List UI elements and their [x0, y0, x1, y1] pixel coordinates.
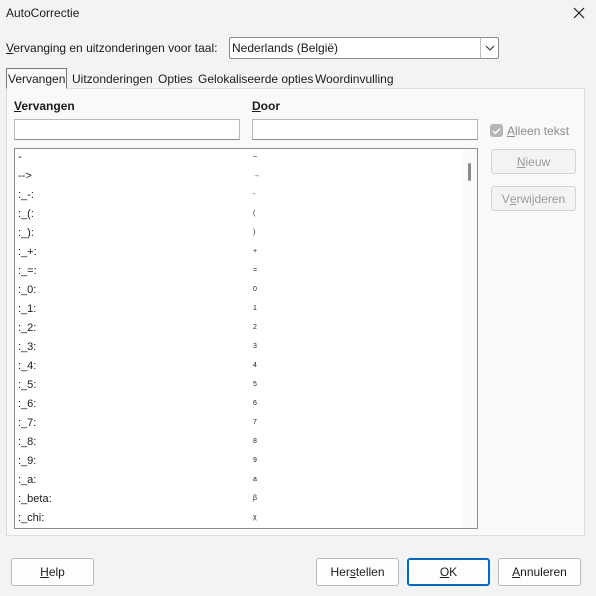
list-item[interactable]: :_7: 7: [15, 415, 462, 434]
list-item-to: =: [253, 267, 258, 274]
list-item-to: 0: [253, 286, 257, 293]
list-item[interactable]: :_0: 0: [15, 282, 462, 301]
list-item[interactable]: :_):): [15, 225, 462, 244]
list-item-to: →: [253, 172, 260, 179]
list-item[interactable]: :_1: 1: [15, 301, 462, 320]
list-item[interactable]: :_9: 9: [15, 453, 462, 472]
text-only-checkbox[interactable]: [490, 124, 503, 137]
list-item-to: 3: [253, 343, 257, 350]
list-item-to: β: [253, 495, 258, 502]
with-column-header: Door: [252, 99, 281, 113]
list-item[interactable]: :_3: 3: [15, 339, 462, 358]
list-item[interactable]: :_=: =: [15, 263, 462, 282]
list-item-from: :_7:: [18, 417, 37, 429]
list-item-from: :_4:: [18, 360, 37, 372]
tab-opties[interactable]: Opties: [156, 68, 195, 89]
list-item[interactable]: - –: [15, 149, 462, 168]
list-item-from: :_):: [18, 227, 34, 239]
list-item[interactable]: :_chi: χ: [15, 510, 462, 528]
list-item-from: :_2:: [18, 322, 37, 334]
list-item-from: :_(:: [18, 208, 34, 220]
title-bar: AutoCorrectie: [0, 0, 596, 26]
list-item-from: :_+:: [18, 246, 37, 258]
list-item[interactable]: :_+: +: [15, 244, 462, 263]
list-item-from: :_=:: [18, 265, 37, 277]
list-item[interactable]: :_a: a: [15, 472, 462, 491]
list-item-from: :_chi:: [18, 512, 45, 524]
tab-uitzonderingen[interactable]: Uitzonderingen: [70, 68, 155, 89]
list-item-from: :_8:: [18, 436, 37, 448]
list-item[interactable]: --> →: [15, 168, 462, 187]
tab-woordinvulling[interactable]: Woordinvulling: [313, 68, 396, 89]
list-item-to: 8: [253, 438, 257, 445]
list-item[interactable]: :_-: -: [15, 187, 462, 206]
cancel-button[interactable]: Annuleren: [498, 558, 581, 586]
list-item[interactable]: :_beta: β: [15, 491, 462, 510]
list-item-to: χ: [253, 514, 257, 521]
with-input[interactable]: [252, 119, 478, 140]
list-item-to: a: [253, 476, 257, 483]
tab-vervangen[interactable]: Vervangen: [6, 68, 68, 89]
list-item-to: 5: [253, 381, 257, 388]
list-item-from: :_5:: [18, 379, 37, 391]
list-item-from: :_0:: [18, 284, 37, 296]
list-item-from: :_9:: [18, 455, 37, 467]
replace-input[interactable]: [14, 119, 240, 140]
help-button[interactable]: Help: [11, 558, 94, 586]
list-item-to: 9: [253, 457, 257, 464]
list-item-from: :_a:: [18, 474, 37, 486]
list-item-from: :_6:: [18, 398, 37, 410]
list-item-to: ): [253, 229, 256, 236]
list-item-to: (: [253, 210, 256, 217]
list-item-to: 7: [253, 419, 257, 426]
list-item[interactable]: :_2: 2: [15, 320, 462, 339]
list-item-to: +: [253, 248, 258, 255]
list-item-from: :_3:: [18, 341, 37, 353]
new-button[interactable]: Nieuw: [491, 149, 576, 174]
list-item-to: -: [253, 191, 256, 198]
list-item[interactable]: :_4: 4: [15, 358, 462, 377]
language-select[interactable]: Nederlands (België): [229, 37, 499, 59]
list-scrollbar[interactable]: [462, 149, 477, 528]
list-item-from: -: [18, 151, 22, 163]
chevron-down-icon[interactable]: [480, 38, 498, 58]
list-item-to: 4: [253, 362, 257, 369]
list-item-from: :_1:: [18, 303, 37, 315]
replace-column-header: Vervangen: [14, 99, 75, 113]
close-icon[interactable]: [568, 2, 590, 24]
scrollbar-thumb[interactable]: [468, 163, 471, 181]
list-item[interactable]: :_8: 8: [15, 434, 462, 453]
language-select-value: Nederlands (België): [232, 41, 339, 55]
list-item-from: :_-:: [18, 189, 34, 201]
list-item-to: 1: [253, 305, 257, 312]
list-item-from: :_beta:: [18, 493, 52, 505]
list-item-to: –: [253, 153, 257, 160]
ok-button[interactable]: OK: [407, 558, 490, 586]
list-item[interactable]: :_5: 5: [15, 377, 462, 396]
language-label: Vervanging en uitzonderingen voor taal:: [6, 41, 218, 55]
list-item-from: -->: [18, 170, 32, 182]
tab-gelokaliseerde-opties[interactable]: Gelokaliseerde opties: [196, 68, 315, 89]
text-only-label: Alleen tekst: [507, 124, 570, 138]
delete-button[interactable]: Ve rwijderen: [491, 186, 576, 211]
list-item[interactable]: :_6: 6: [15, 396, 462, 415]
list-item-to: 2: [253, 324, 257, 331]
list-item[interactable]: :_(: (: [15, 206, 462, 225]
list-item-to: 6: [253, 400, 257, 407]
replacement-list[interactable]: - – --> → :_-: - :_(:( :_):) :_+: + :_=: = :_…: [14, 148, 478, 529]
reset-button[interactable]: Her s tellen: [316, 558, 399, 586]
window-title: AutoCorrectie: [6, 6, 80, 20]
